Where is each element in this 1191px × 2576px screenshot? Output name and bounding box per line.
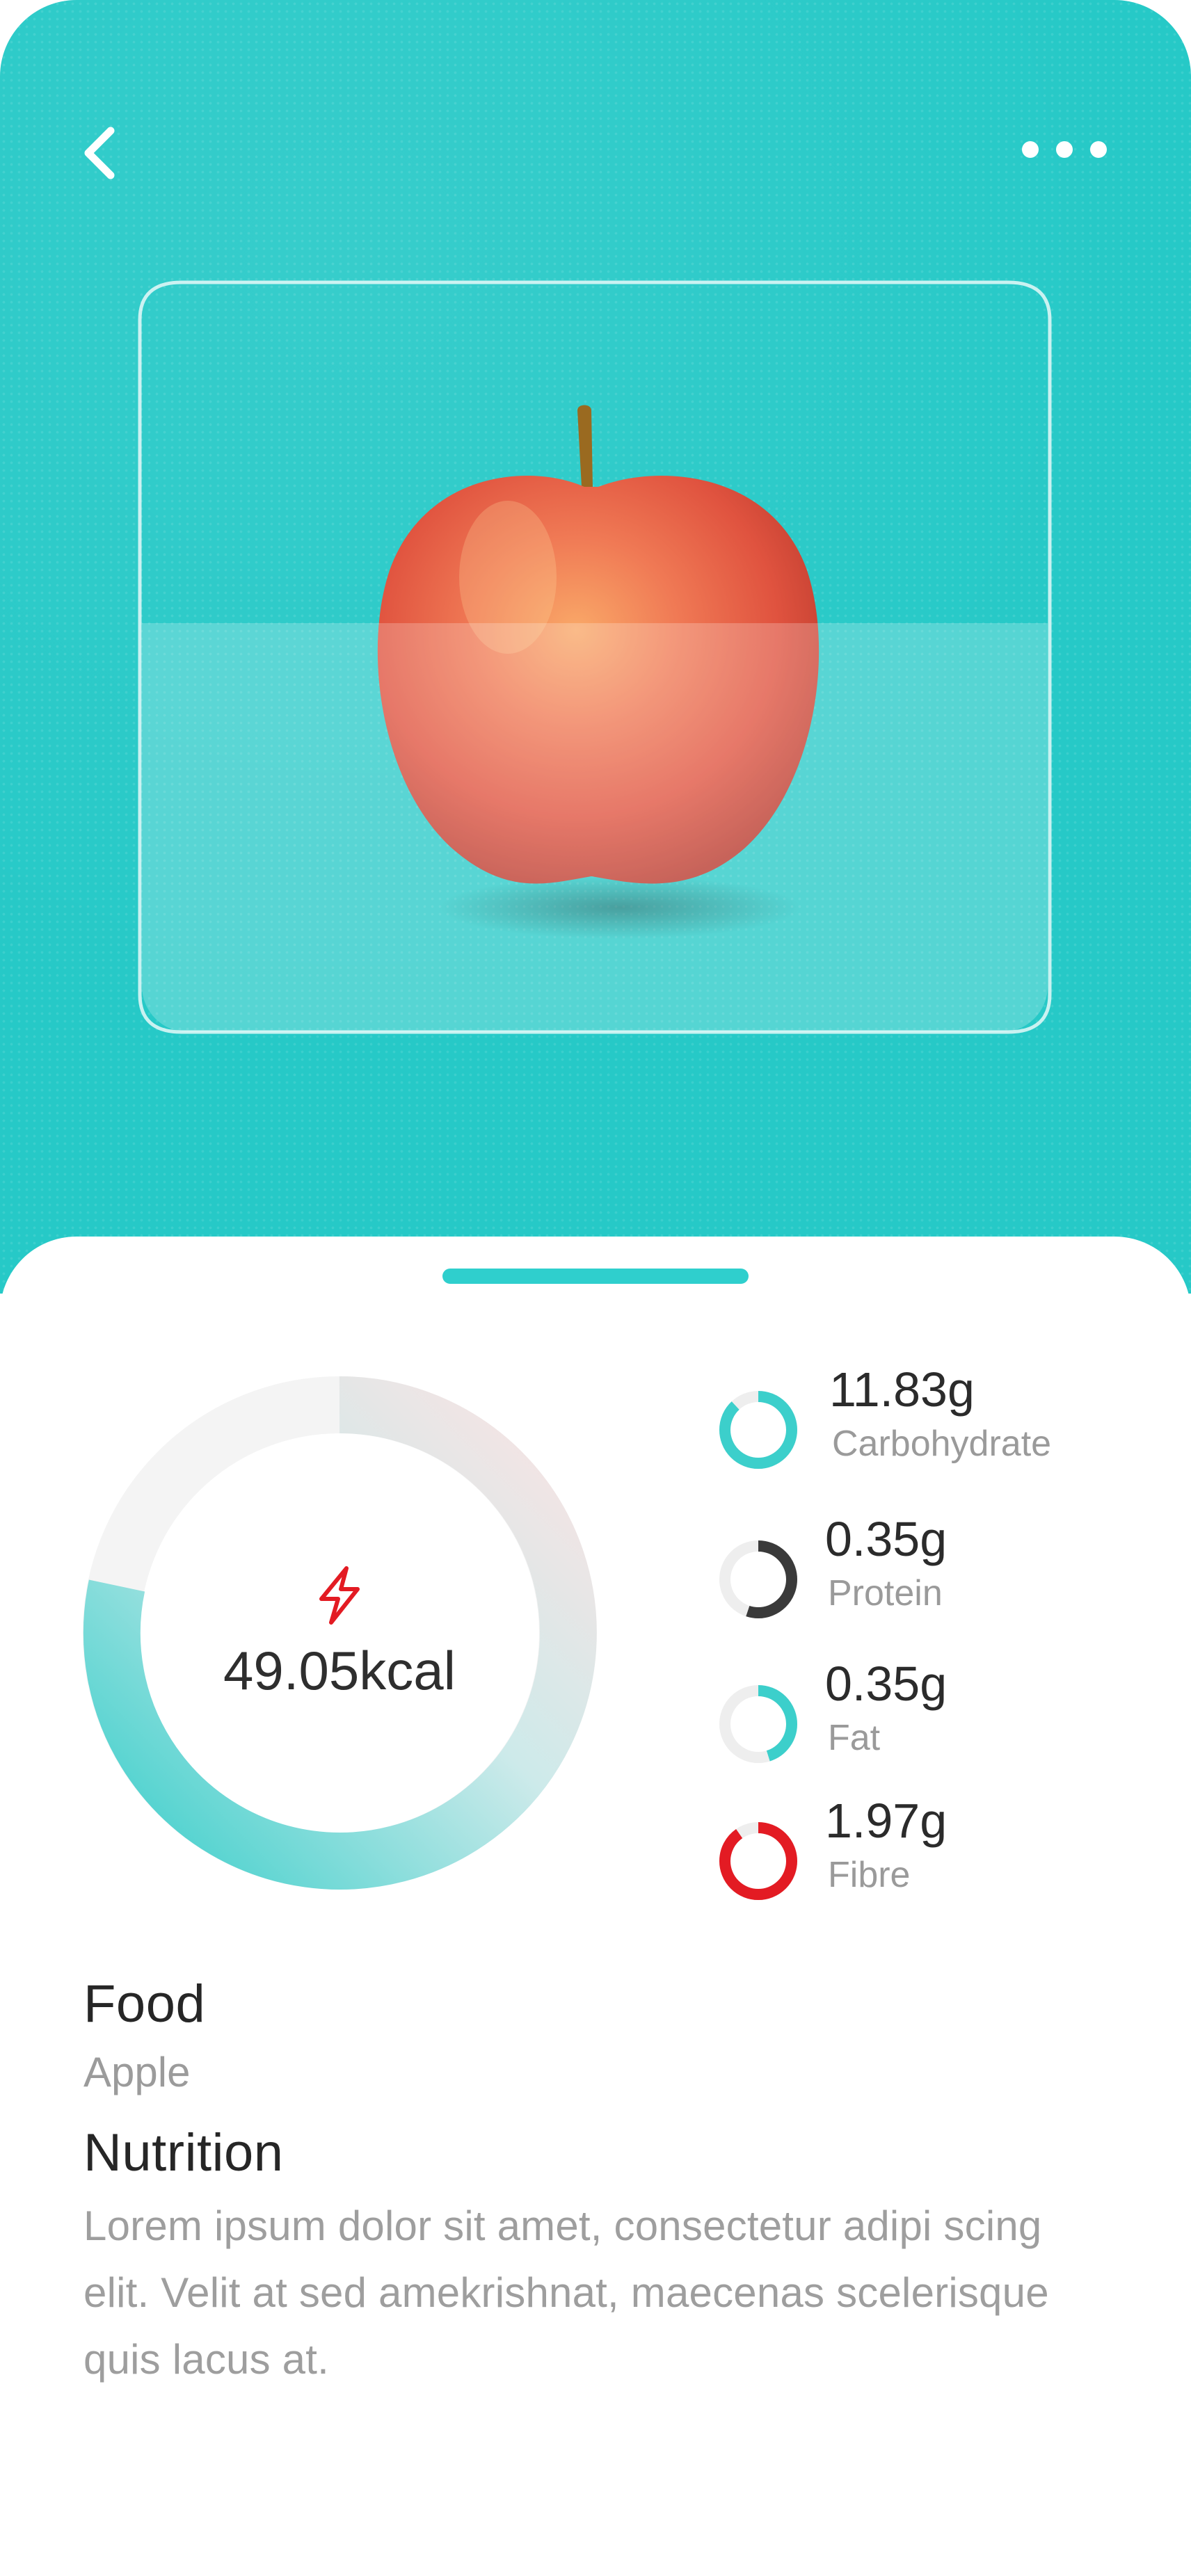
nutrient-fat: 0.35g Fat xyxy=(712,1656,1165,1795)
nutrient-label: Protein xyxy=(828,1573,943,1613)
nutrient-label: Fat xyxy=(828,1718,881,1758)
nutrition-description: Lorem ipsum dolor sit amet, consectetur … xyxy=(83,2203,1049,2383)
fibre-ring-icon xyxy=(719,1822,797,1900)
lightning-icon xyxy=(319,1565,360,1625)
calorie-donut: 49.05kcal xyxy=(82,1376,597,1890)
sheet-drag-handle[interactable] xyxy=(442,1269,749,1284)
calorie-value: 49.05kcal xyxy=(223,1639,456,1701)
food-image-hero xyxy=(0,0,1191,1294)
nutrient-value: 1.97g xyxy=(825,1794,948,1848)
more-button[interactable] xyxy=(1016,129,1113,170)
more-horizontal-icon xyxy=(1022,141,1107,158)
chevron-left-icon xyxy=(84,127,115,179)
scan-frame xyxy=(138,280,1052,1034)
details-sheet: 49.05kcal 11.83g Carbohydrate 0.35g Prot… xyxy=(0,1237,1191,2576)
back-button[interactable] xyxy=(70,122,132,184)
nutrient-value: 11.83g xyxy=(829,1362,975,1417)
nutrient-value: 0.35g xyxy=(825,1512,948,1566)
food-name: Apple xyxy=(83,2049,191,2095)
nutrient-fibre: 1.97g Fibre xyxy=(712,1793,1165,1932)
nutrient-carbohydrate: 11.83g Carbohydrate xyxy=(712,1362,1165,1501)
food-details: Food Apple Nutrition Lorem ipsum dolor s… xyxy=(83,1974,1113,2393)
protein-ring-icon xyxy=(719,1540,797,1618)
calorie-summary: 49.05kcal xyxy=(82,1376,597,1890)
nutrient-value: 0.35g xyxy=(825,1657,948,1711)
food-heading: Food xyxy=(83,1974,206,2034)
nutrient-protein: 0.35g Protein xyxy=(712,1511,1165,1650)
carbohydrate-ring-icon xyxy=(719,1391,797,1469)
nutrition-heading: Nutrition xyxy=(83,2123,284,2182)
nutrient-label: Carbohydrate xyxy=(832,1424,1052,1464)
nutrient-label: Fibre xyxy=(828,1855,911,1895)
fat-ring-icon xyxy=(719,1685,797,1763)
